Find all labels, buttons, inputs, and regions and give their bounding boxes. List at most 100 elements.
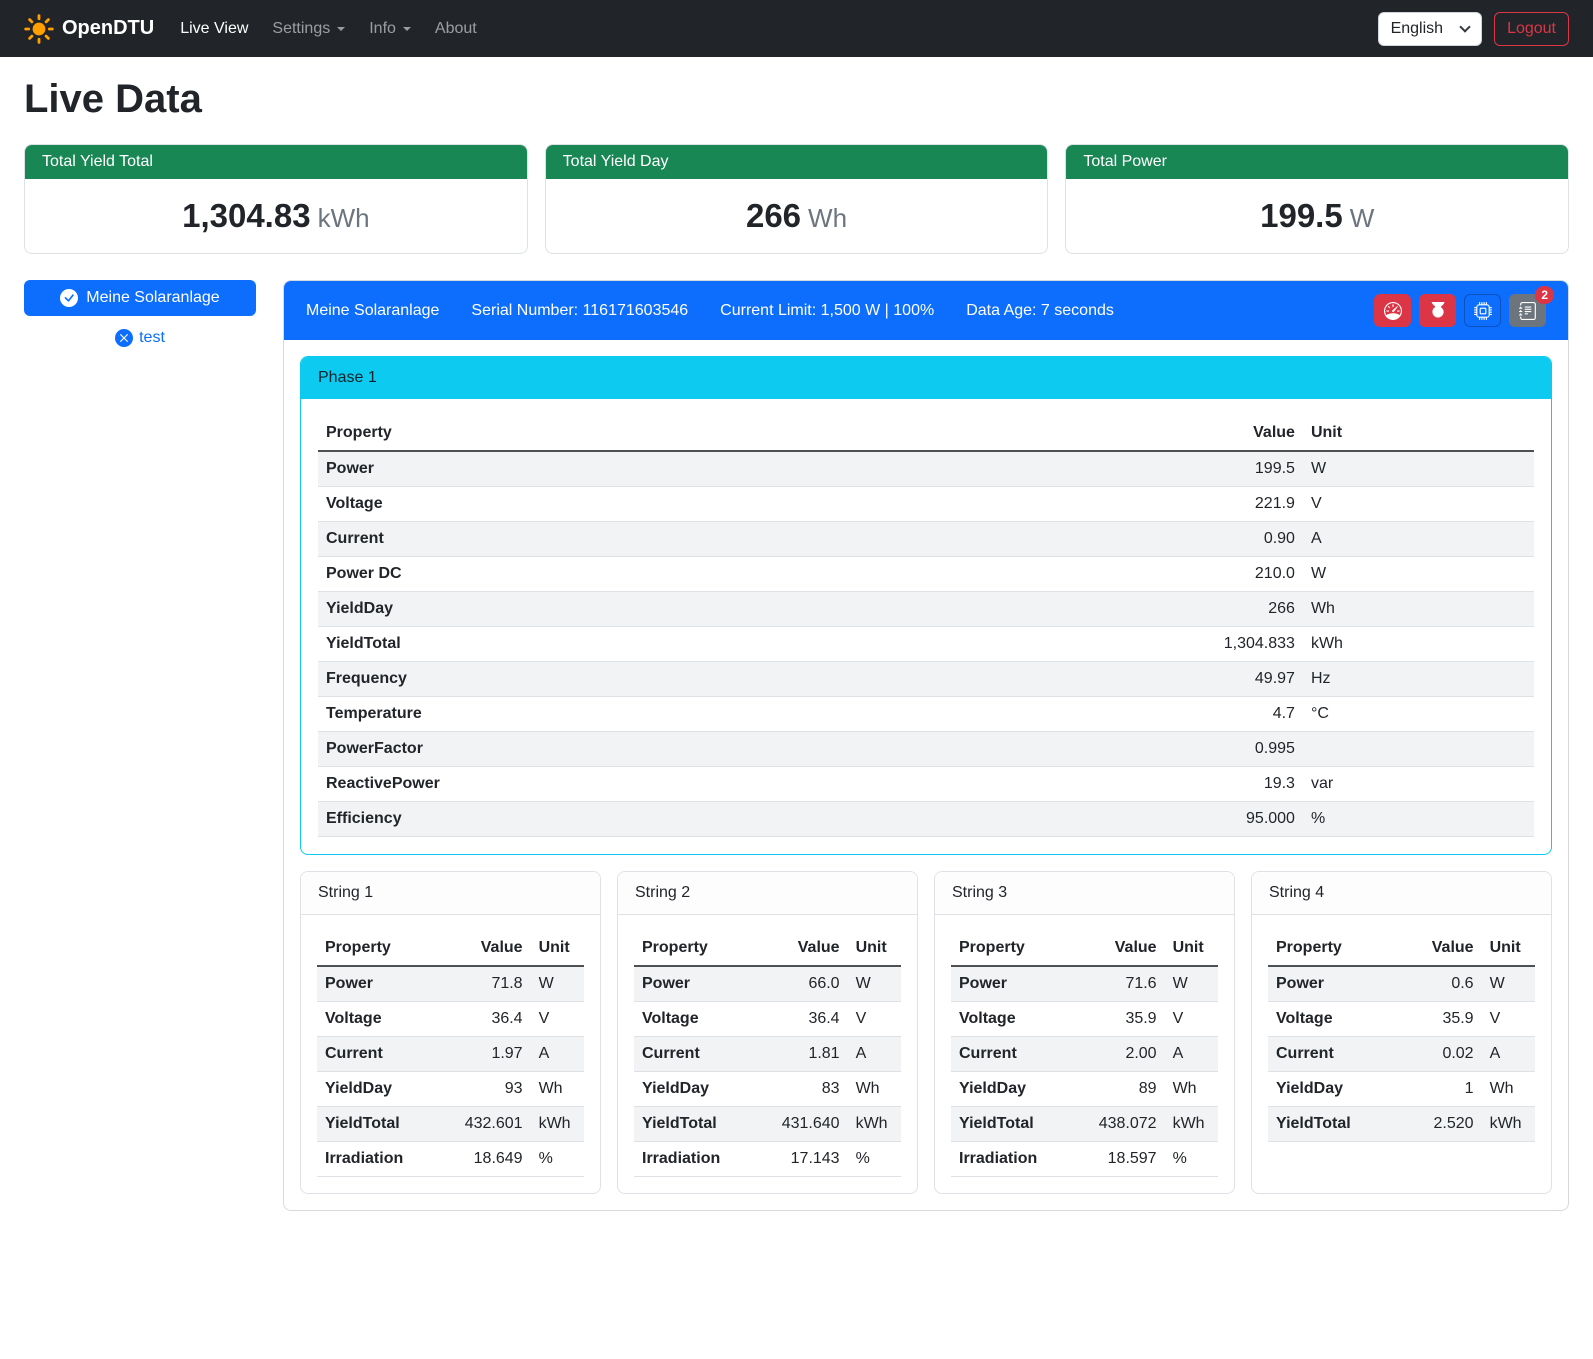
property-cell: Voltage (318, 487, 1121, 522)
table-row: Current 0.90 A (318, 522, 1534, 557)
property-cell: Irradiation (951, 1142, 1074, 1177)
sidebar-item-label: Meine Solaranlage (86, 289, 219, 307)
sidebar-item-meine-solaranlage[interactable]: Meine Solaranlage (24, 280, 256, 316)
nav-about[interactable]: About (423, 12, 489, 46)
power-icon (1429, 302, 1447, 320)
unit-cell: Wh (1165, 1072, 1218, 1107)
unit-cell: Hz (1303, 662, 1534, 697)
power-toggle-button[interactable] (1419, 294, 1456, 327)
unit-cell: V (848, 1002, 901, 1037)
unit-cell: V (1303, 487, 1534, 522)
nav-info[interactable]: Info (357, 12, 423, 46)
column-value: Value (1121, 416, 1303, 451)
unit-cell: var (1303, 767, 1534, 802)
value-cell: 2.00 (1074, 1037, 1165, 1072)
value-cell: 1.81 (757, 1037, 848, 1072)
unit-cell: W (531, 966, 584, 1002)
property-cell: Voltage (951, 1002, 1074, 1037)
total-power-value: 199.5 (1260, 197, 1343, 234)
column-value: Value (1391, 931, 1482, 966)
value-cell: 95.000 (1121, 802, 1303, 837)
column-property: Property (951, 931, 1074, 966)
column-value: Value (757, 931, 848, 966)
value-cell: 0.02 (1391, 1037, 1482, 1072)
logout-button[interactable]: Logout (1494, 12, 1569, 46)
unit-cell: kWh (1165, 1107, 1218, 1142)
device-info-button[interactable] (1464, 294, 1501, 327)
property-cell: Irradiation (634, 1142, 757, 1177)
card-body: 1,304.83kWh (25, 179, 527, 253)
value-cell: 438.072 (1074, 1107, 1165, 1142)
table-row: YieldDay 266 Wh (318, 592, 1534, 627)
card-header: Total Yield Total (25, 145, 527, 179)
unit-cell: Wh (531, 1072, 584, 1107)
property-cell: Power (634, 966, 757, 1002)
string-card-header: String 3 (935, 872, 1234, 915)
nav-live-view[interactable]: Live View (168, 12, 260, 46)
value-cell: 0.995 (1121, 732, 1303, 767)
limit-settings-button[interactable] (1374, 294, 1411, 327)
property-cell: PowerFactor (318, 732, 1121, 767)
value-cell: 18.649 (440, 1142, 531, 1177)
table-row: Current 1.81 A (634, 1037, 901, 1072)
value-cell: 1,304.833 (1121, 627, 1303, 662)
property-cell: Voltage (634, 1002, 757, 1037)
nav-settings[interactable]: Settings (260, 12, 357, 46)
column-unit: Unit (848, 931, 901, 966)
chevron-down-icon (337, 27, 345, 31)
table-row: YieldTotal 432.601 kWh (317, 1107, 584, 1142)
string-card-body: Property Value Unit Power (935, 915, 1234, 1193)
table-row: Power DC 210.0 W (318, 557, 1534, 592)
unit-cell: % (848, 1142, 901, 1177)
value-cell: 71.6 (1074, 966, 1165, 1002)
property-cell: YieldDay (317, 1072, 440, 1107)
sidebar-item-test[interactable]: test (24, 329, 256, 347)
property-cell: Current (634, 1037, 757, 1072)
phase-table: Property Value Unit Power (318, 416, 1534, 837)
speedometer-icon (1384, 302, 1402, 320)
unit-cell: A (848, 1037, 901, 1072)
nav-info-label: Info (369, 20, 396, 38)
total-yield-day-value: 266 (746, 197, 801, 234)
event-log-button[interactable]: 2 (1509, 294, 1546, 327)
string-2-table: Property Value Unit Power (634, 931, 901, 1177)
nav-settings-label: Settings (272, 20, 330, 38)
top-navbar: OpenDTU Live View Settings Info About En… (0, 0, 1593, 57)
table-row: YieldDay 89 Wh (951, 1072, 1218, 1107)
string-card-body: Property Value Unit Power (301, 915, 600, 1193)
inverter-actions: 2 (1374, 294, 1546, 327)
column-property: Property (317, 931, 440, 966)
nav-links: Live View Settings Info About (168, 12, 489, 46)
property-cell: YieldTotal (317, 1107, 440, 1142)
inverter-limit: Current Limit: 1,500 W | 100% (720, 302, 934, 320)
table-row: Frequency 49.97 Hz (318, 662, 1534, 697)
table-row: Irradiation 17.143 % (634, 1142, 901, 1177)
table-row: Irradiation 18.597 % (951, 1142, 1218, 1177)
language-select[interactable]: English (1378, 12, 1482, 46)
column-unit: Unit (1303, 416, 1534, 451)
page-title: Live Data (24, 77, 1569, 122)
unit-cell: W (1482, 966, 1535, 1002)
value-cell: 36.4 (757, 1002, 848, 1037)
card-body: 199.5W (1066, 179, 1568, 253)
string-card-header: String 2 (618, 872, 917, 915)
summary-cards-row: Total Yield Total 1,304.83kWh Total Yiel… (24, 144, 1569, 254)
inverter-name: Meine Solaranlage (306, 302, 439, 320)
table-row: Current 0.02 A (1268, 1037, 1535, 1072)
brand-label: OpenDTU (62, 17, 154, 40)
property-cell: YieldDay (1268, 1072, 1391, 1107)
table-row: Power 0.6 W (1268, 966, 1535, 1002)
sun-icon (24, 14, 54, 44)
card-header: Total Yield Day (546, 145, 1048, 179)
brand-link[interactable]: OpenDTU (24, 14, 154, 44)
string-3-table: Property Value Unit Power (951, 931, 1218, 1177)
table-row: YieldTotal 2.520 kWh (1268, 1107, 1535, 1142)
unit-cell: kWh (1303, 627, 1534, 662)
value-cell: 36.4 (440, 1002, 531, 1037)
value-cell: 66.0 (757, 966, 848, 1002)
unit-cell: W (848, 966, 901, 1002)
unit-cell: V (1165, 1002, 1218, 1037)
card-total-power: Total Power 199.5W (1065, 144, 1569, 254)
string-3-table-body: Power 71.6 W Voltage 35.9 V (951, 966, 1218, 1177)
property-cell: Power (1268, 966, 1391, 1002)
